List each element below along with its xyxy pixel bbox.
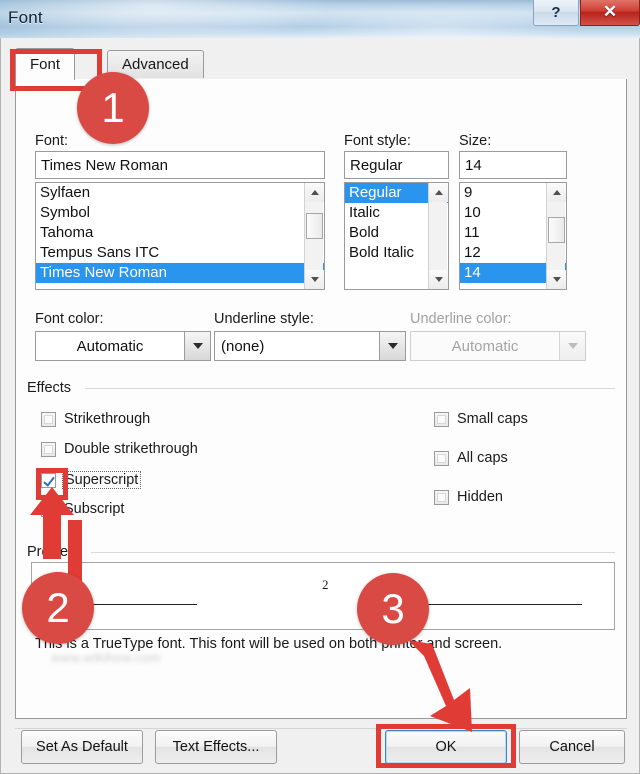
annotation-arrow-ok [408, 640, 472, 732]
font-color-label: Font color: [35, 311, 104, 327]
checkbox-all-caps[interactable]: All caps [434, 450, 508, 466]
font-list-item[interactable]: Tahoma [36, 223, 324, 243]
size-label: Size: [459, 133, 492, 149]
scroll-down-arrow-icon[interactable] [429, 270, 448, 289]
font-style-scrollbar[interactable] [428, 183, 448, 289]
font-size-scroll-thumb[interactable] [548, 217, 565, 243]
close-icon: ✕ [602, 2, 618, 21]
window-title: Font [8, 8, 43, 27]
font-list-item[interactable]: Sylfaen [36, 183, 324, 203]
font-style-input[interactable]: Regular [344, 151, 449, 179]
close-button[interactable]: ✕ [580, 0, 640, 26]
checkbox-strikethrough-label: Strikethrough [64, 411, 151, 427]
font-style-list[interactable]: Regular Italic Bold Bold Italic [344, 182, 449, 290]
question-mark-icon: ? [551, 3, 561, 21]
effects-group-label: Effects [27, 380, 78, 396]
font-list-item[interactable]: Tempus Sans ITC [36, 243, 324, 263]
chevron-down-icon [559, 332, 585, 360]
font-name-value: Times New Roman [41, 156, 168, 174]
underline-style-value: (none) [221, 337, 265, 355]
preview-sample-text: 2 [322, 577, 329, 592]
scroll-up-arrow-icon[interactable] [429, 183, 448, 202]
set-as-default-button[interactable]: Set As Default [21, 730, 143, 764]
checkbox-icon[interactable] [41, 441, 56, 457]
checkbox-icon[interactable] [434, 489, 449, 505]
font-size-scrollbar[interactable] [546, 183, 566, 289]
checkbox-hidden[interactable]: Hidden [434, 489, 503, 505]
cancel-label: Cancel [549, 739, 595, 755]
help-button[interactable]: ? [533, 0, 579, 26]
font-list-scroll-thumb[interactable] [306, 213, 323, 239]
scroll-down-arrow-icon[interactable] [547, 270, 566, 289]
checkbox-small-caps[interactable]: Small caps [434, 411, 528, 427]
footer-separator [15, 728, 627, 729]
font-color-combo[interactable]: Automatic [35, 331, 211, 361]
window-controls: ? ✕ [533, 0, 640, 26]
chevron-down-icon[interactable] [184, 332, 210, 360]
preview-group-rule [91, 552, 615, 553]
underline-color-value: Automatic [451, 337, 519, 355]
font-dialog-window: Font ? ✕ Advanced Font Font: Font style:… [0, 0, 640, 774]
site-watermark: www.wikihow.com [51, 650, 162, 665]
font-list-item[interactable]: Symbol [36, 203, 324, 223]
checkbox-small-caps-label: Small caps [457, 411, 528, 427]
font-size-input[interactable]: 14 [459, 151, 567, 179]
text-effects-label: Text Effects... [172, 739, 260, 755]
set-as-default-label: Set As Default [36, 739, 128, 755]
font-name-input[interactable]: Times New Roman [35, 151, 325, 179]
scroll-up-arrow-icon[interactable] [305, 183, 324, 202]
annotation-badge-3: 3 [357, 573, 429, 645]
scroll-up-arrow-icon[interactable] [547, 183, 566, 202]
underline-color-combo: Automatic [410, 331, 586, 361]
underline-style-label: Underline style: [214, 311, 314, 327]
checkbox-icon[interactable] [434, 411, 449, 427]
checkbox-all-caps-label: All caps [457, 450, 508, 466]
text-effects-button[interactable]: Text Effects... [155, 730, 277, 764]
checkbox-icon[interactable] [41, 411, 56, 427]
font-color-value: Automatic [76, 337, 144, 355]
underline-style-combo[interactable]: (none) [214, 331, 406, 361]
preview-box: 2 [31, 562, 615, 630]
tab-advanced-label: Advanced [122, 56, 189, 73]
checkbox-hidden-label: Hidden [457, 489, 503, 505]
font-style-value: Regular [350, 156, 403, 174]
scroll-down-arrow-icon[interactable] [305, 270, 324, 289]
annotation-badge-2: 2 [22, 572, 94, 644]
font-style-label: Font style: [344, 133, 411, 149]
preview-rule-right [422, 604, 582, 605]
checkbox-strikethrough[interactable]: Strikethrough [41, 411, 150, 427]
font-list[interactable]: Sylfaen Symbol Tahoma Tempus Sans ITC Ti… [35, 182, 325, 290]
font-list-scrollbar[interactable] [304, 183, 324, 289]
effects-group-rule [85, 388, 615, 389]
font-size-list[interactable]: 9 10 11 12 14 [459, 182, 567, 290]
dialog-body: Advanced Font Font: Font style: Size: Ti… [0, 38, 640, 774]
font-list-item-selected[interactable]: Times New Roman [36, 263, 324, 283]
checkbox-icon[interactable] [434, 450, 449, 466]
font-size-value: 14 [465, 156, 482, 174]
title-bar: Font ? ✕ [0, 0, 640, 38]
checkbox-double-strikethrough-label: Double strikethrough [64, 441, 198, 457]
underline-color-label: Underline color: [410, 311, 512, 327]
cancel-button[interactable]: Cancel [519, 730, 625, 764]
chevron-down-icon[interactable] [379, 332, 405, 360]
font-label: Font: [35, 133, 69, 149]
annotation-badge-1: 1 [77, 72, 149, 144]
checkbox-double-strikethrough[interactable]: Double strikethrough [41, 441, 198, 457]
